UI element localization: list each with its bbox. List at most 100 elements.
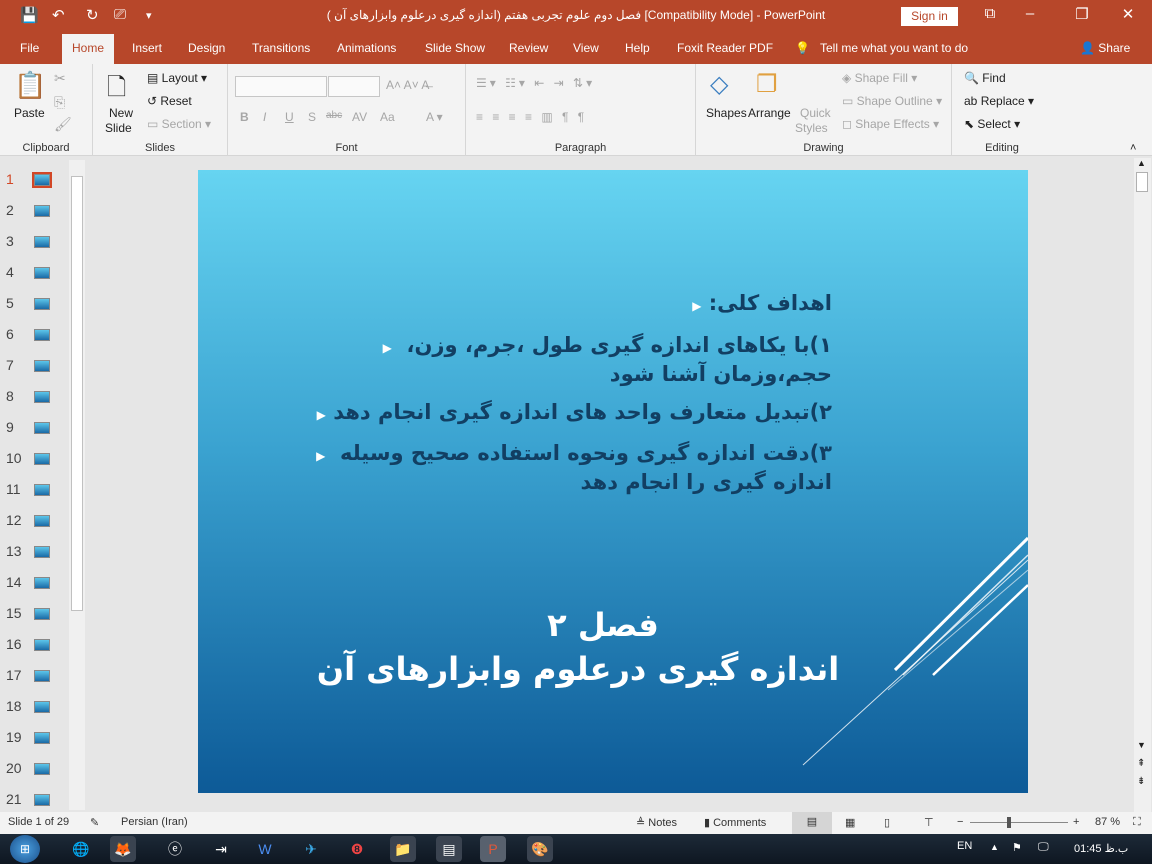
replace-button[interactable]: ab Replace ▾	[964, 94, 1034, 108]
minimize-button[interactable]: –	[1010, 5, 1050, 22]
slide-thumbnail[interactable]: 8	[0, 382, 70, 413]
copy-icon[interactable]: ⎘	[54, 94, 65, 111]
zoom-slider-thumb[interactable]	[1007, 817, 1012, 828]
shape-effects-button[interactable]: ◻ Shape Effects ▾	[842, 117, 939, 131]
thumbnail-scroll-thumb[interactable]	[71, 176, 83, 611]
winrar-icon[interactable]: ▤	[436, 836, 462, 862]
shape-outline-button[interactable]: ▭ Shape Outline ▾	[842, 94, 942, 108]
telegram-icon[interactable]: ✈	[298, 836, 324, 862]
close-button[interactable]: ✕	[1108, 5, 1148, 23]
tab-home[interactable]: Home	[62, 34, 115, 64]
zoom-slider[interactable]	[970, 817, 1068, 828]
slide-title-line-2[interactable]: اندازه گیری درعلوم وابزارهای آن	[198, 650, 993, 688]
tab-view[interactable]: View	[573, 41, 599, 55]
slide-title-line-1[interactable]: فصل ۲	[198, 606, 1018, 644]
action-center-icon[interactable]: ⚑	[1012, 841, 1022, 854]
font-color-button[interactable]: A ▾	[426, 110, 443, 124]
shadow-button[interactable]: S	[308, 110, 316, 124]
reset-button[interactable]: ↺ Reset	[147, 94, 192, 108]
arrange-button[interactable]: Arrange	[748, 106, 791, 120]
slide-item-3[interactable]: ۳)دقت اندازه گیری ونحوه استفاده صحیح وسی…	[316, 440, 832, 495]
tab-slide-show[interactable]: Slide Show	[425, 41, 485, 55]
paste-button[interactable]: Paste	[14, 106, 45, 120]
layout-button[interactable]: ▤ Layout ▾	[147, 71, 207, 85]
slide-thumbnail[interactable]: 1	[0, 165, 70, 196]
tab-file[interactable]: File	[20, 41, 39, 55]
firefox-icon[interactable]: 🦊	[110, 836, 136, 862]
reading-view-button[interactable]: ▯	[884, 816, 890, 829]
slide-thumbnail[interactable]: 3	[0, 227, 70, 258]
slide-thumbnail[interactable]: 12	[0, 506, 70, 537]
file-explorer-icon[interactable]: 📁	[390, 836, 416, 862]
slide-thumbnail[interactable]: 18	[0, 692, 70, 723]
paint-icon[interactable]: 🎨	[527, 836, 553, 862]
slide-thumbnail[interactable]: 5	[0, 289, 70, 320]
network-icon[interactable]: 🖵	[1038, 841, 1049, 854]
e-app-icon[interactable]: ⓔ	[162, 836, 188, 862]
app-icon[interactable]: ⇥	[208, 836, 234, 862]
tell-me-input[interactable]: Tell me what you want to do	[820, 41, 968, 55]
font-size-buttons[interactable]: A˄ A˅ A̶	[386, 78, 429, 92]
chrome-icon[interactable]: 🌐	[68, 836, 94, 862]
slide-thumbnail[interactable]: 10	[0, 444, 70, 475]
normal-view-button[interactable]: ▤	[792, 812, 832, 834]
slide-thumbnail[interactable]: 19	[0, 723, 70, 754]
font-name-combo[interactable]	[235, 76, 327, 97]
share-button[interactable]: 👤 Share	[1080, 41, 1130, 55]
slide-scroll-thumb[interactable]	[1136, 172, 1148, 192]
slide-thumbnail[interactable]: 14	[0, 568, 70, 599]
language-indicator[interactable]: Persian (Iran)	[121, 816, 188, 828]
tab-review[interactable]: Review	[509, 41, 548, 55]
arrange-icon[interactable]: ❐	[756, 70, 778, 99]
slide-thumbnail[interactable]: 15	[0, 599, 70, 630]
cut-icon[interactable]: ✂	[54, 70, 66, 87]
collapse-ribbon-icon[interactable]: ˄	[1130, 142, 1136, 154]
select-button[interactable]: ⬉ Select ▾	[964, 117, 1020, 131]
underline-button[interactable]: U	[285, 110, 294, 124]
new-slide-button[interactable]: New	[109, 106, 133, 120]
find-button[interactable]: 🔍 Find	[964, 71, 1006, 85]
powerpoint-icon[interactable]: P	[480, 836, 506, 862]
scroll-down-icon[interactable]: ▼	[1137, 740, 1146, 750]
slide-item-1[interactable]: ۱)با یکاهای اندازه گیری طول ،جرم، وزن، ▶…	[383, 332, 832, 387]
tab-insert[interactable]: Insert	[132, 41, 162, 55]
italic-button[interactable]: I	[263, 110, 266, 124]
tab-transitions[interactable]: Transitions	[252, 41, 310, 55]
paste-icon[interactable]: 📋	[14, 70, 46, 101]
zoom-in-button[interactable]: +	[1073, 816, 1079, 828]
quick-styles-button[interactable]: Quick	[800, 106, 831, 120]
slide-thumbnail[interactable]: 9	[0, 413, 70, 444]
app-red-icon[interactable]: ❽	[344, 836, 370, 862]
list-buttons[interactable]: ☰▾ ☷▾ ⇤ ⇥ ⇅▾	[476, 76, 595, 90]
tab-foxit[interactable]: Foxit Reader PDF	[677, 41, 773, 55]
zoom-level[interactable]: 87 %	[1095, 816, 1120, 828]
shapes-button[interactable]: Shapes	[706, 106, 747, 120]
shape-fill-button[interactable]: ◈ Shape Fill ▾	[842, 71, 917, 85]
new-slide-dropdown[interactable]: Slide	[105, 121, 132, 135]
ribbon-display-icon[interactable]: ⧉	[970, 5, 1010, 22]
sign-in-button[interactable]: Sign in	[901, 7, 958, 26]
alignment-buttons[interactable]: ≡ ≡ ≡ ≡ ▥ ¶ ¶	[476, 110, 587, 124]
start-button[interactable]: ⊞	[10, 835, 40, 863]
notes-button[interactable]: ≜ Notes	[636, 816, 677, 829]
new-slide-icon[interactable]: 🗋	[107, 70, 126, 111]
thumbnail-scrollbar[interactable]	[69, 160, 85, 810]
slide-thumbnail[interactable]: 17	[0, 661, 70, 692]
slide-thumbnail[interactable]: 13	[0, 537, 70, 568]
font-size-combo[interactable]	[328, 76, 380, 97]
spacing-button[interactable]: AV	[352, 110, 367, 124]
slide-thumbnail[interactable]: 16	[0, 630, 70, 661]
format-painter-icon[interactable]: 🖌	[54, 116, 72, 133]
slide-item-2[interactable]: ۲)تبدیل متعارف واحد های اندازه گیری انجا…	[317, 399, 832, 428]
slide-sorter-button[interactable]: ▦	[845, 816, 855, 829]
slide-thumbnail[interactable]: 4	[0, 258, 70, 289]
tab-help[interactable]: Help	[625, 41, 650, 55]
strikethrough-button[interactable]: abc	[326, 110, 342, 121]
comments-button[interactable]: ▮ Comments	[704, 816, 766, 829]
slide-thumbnail[interactable]: 11	[0, 475, 70, 506]
slide-thumbnail[interactable]: 6	[0, 320, 70, 351]
slide-scrollbar[interactable]: ▲ ▼ ⇞ ⇟	[1134, 158, 1151, 812]
tray-expand-icon[interactable]: ▲	[990, 842, 999, 852]
section-button[interactable]: ▭ Section ▾	[147, 117, 211, 131]
slide-thumbnail[interactable]: 20	[0, 754, 70, 785]
